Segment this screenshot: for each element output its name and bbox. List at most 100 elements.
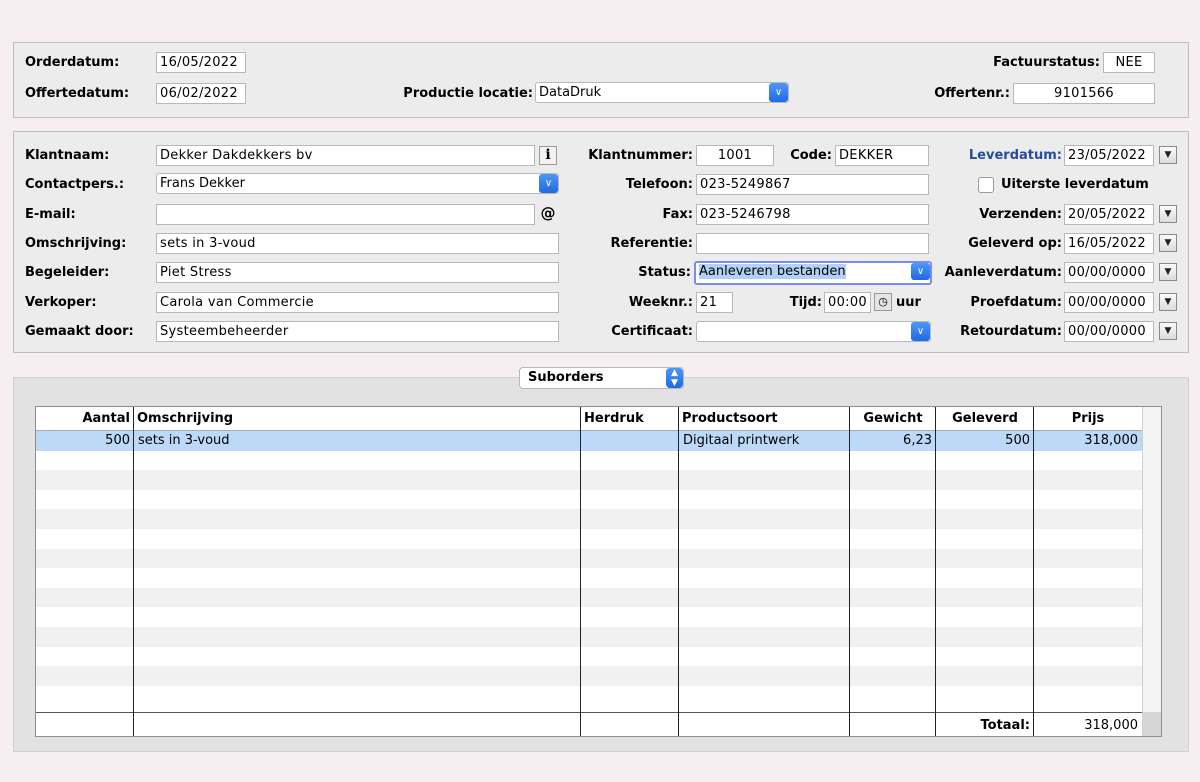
col-aantal[interactable]: Aantal (36, 407, 134, 431)
weeknr-field[interactable]: 21 (696, 292, 733, 313)
uur-label: uur (896, 295, 921, 310)
cell-geleverd: 500 (1005, 433, 1030, 448)
col-geleverd[interactable]: Geleverd (936, 407, 1034, 431)
table-header: Aantal Omschrijving Herdruk Productsoort… (36, 407, 1142, 431)
weeknr-label: Weeknr.: (628, 295, 693, 310)
klantnummer-label: Klantnummer: (588, 148, 693, 163)
offertenr-field[interactable]: 9101566 (1013, 83, 1155, 104)
col-omschrijving[interactable]: Omschrijving (134, 407, 581, 431)
offertedatum-field[interactable]: 06/02/2022 (156, 83, 246, 104)
table-row[interactable] (36, 548, 1142, 569)
proefdatum-label: Proefdatum: (970, 295, 1062, 310)
table-row[interactable] (36, 470, 1142, 490)
col-divider (935, 407, 936, 736)
tijd-field[interactable]: 00:00 (824, 292, 871, 313)
scrollbar-corner (1143, 712, 1161, 736)
aanleverdatum-field[interactable]: 00/00/0000 (1064, 262, 1154, 283)
factuurstatus-field[interactable]: NEE (1103, 52, 1155, 73)
col-herdruk[interactable]: Herdruk (581, 407, 679, 431)
omschrijving-label: Omschrijving: (25, 236, 127, 251)
geleverd-op-dropdown-icon[interactable]: ▼ (1159, 234, 1177, 252)
table-row[interactable] (36, 587, 1142, 608)
leverdatum-field[interactable]: 23/05/2022 (1064, 145, 1154, 166)
begeleider-field[interactable]: Piet Stress (156, 262, 559, 283)
klantnummer-field[interactable]: 1001 (696, 145, 774, 166)
updown-icon: ▲ ▼ (666, 368, 683, 388)
table-row[interactable] (36, 627, 1142, 647)
leverdatum-label: Leverdatum: (968, 148, 1062, 163)
verkoper-label: Verkoper: (25, 295, 97, 310)
tijd-label: Tijd: (789, 295, 822, 310)
productie-locatie-value: DataDruk (539, 85, 602, 100)
col-prijs[interactable]: Prijs (1034, 407, 1142, 431)
status-select[interactable]: Aanleveren bestanden ∨ (694, 261, 932, 285)
verzenden-label: Verzenden: (979, 207, 1062, 222)
table-row[interactable] (36, 607, 1142, 627)
cell-omschrijving: sets in 3-voud (138, 433, 230, 448)
table-row[interactable] (36, 490, 1142, 510)
telefoon-field[interactable]: 023-5249867 (696, 174, 929, 195)
retourdatum-field[interactable]: 00/00/0000 (1064, 321, 1154, 342)
col-divider (133, 407, 134, 736)
uiterste-leverdatum-checkbox[interactable] (978, 177, 994, 193)
fax-field[interactable]: 023-5246798 (696, 204, 929, 225)
table-row[interactable] (36, 509, 1142, 529)
proefdatum-field[interactable]: 00/00/0000 (1064, 292, 1154, 313)
col-divider (678, 407, 679, 736)
status-value: Aanleveren bestanden (699, 264, 846, 279)
klantnaam-label: Klantnaam: (25, 148, 110, 163)
contactpers-value: Frans Dekker (160, 176, 245, 191)
leverdatum-dropdown-icon[interactable]: ▼ (1159, 146, 1177, 164)
table-row[interactable] (36, 647, 1142, 667)
table-row[interactable] (36, 529, 1142, 549)
col-divider (580, 407, 581, 736)
verzenden-dropdown-icon[interactable]: ▼ (1159, 205, 1177, 223)
retourdatum-label: Retourdatum: (960, 324, 1062, 339)
orderdatum-field[interactable]: 16/05/2022 (156, 52, 246, 73)
referentie-field[interactable] (696, 233, 929, 254)
referentie-label: Referentie: (610, 236, 693, 251)
certificaat-label: Certificaat: (611, 324, 693, 339)
status-label: Status: (638, 265, 691, 280)
table-scrollbar[interactable] (1142, 407, 1161, 736)
table-row[interactable] (36, 666, 1142, 686)
geleverd-op-field[interactable]: 16/05/2022 (1064, 233, 1154, 254)
suborders-table: Aantal Omschrijving Herdruk Productsoort… (35, 406, 1162, 737)
orderdatum-label: Orderdatum: (25, 55, 120, 70)
klantnaam-field[interactable]: Dekker Dakdekkers bv (156, 145, 535, 166)
table-row[interactable] (36, 451, 1142, 471)
suborders-popup[interactable]: Suborders ▲ ▼ (519, 367, 684, 389)
col-productsoort[interactable]: Productsoort (679, 407, 850, 431)
offertenr-label: Offertenr.: (934, 86, 1010, 101)
clock-icon[interactable]: ◷ (874, 293, 892, 311)
table-row[interactable]: 500 sets in 3-voud Digitaal printwerk 6,… (36, 431, 1142, 451)
certificaat-select[interactable]: ∨ (696, 321, 931, 342)
verzenden-field[interactable]: 20/05/2022 (1064, 204, 1154, 225)
geleverd-op-label: Geleverd op: (968, 236, 1062, 251)
contactpers-select[interactable]: Frans Dekker ∨ (156, 173, 559, 194)
code-field[interactable]: DEKKER (835, 145, 929, 166)
aanleverdatum-dropdown-icon[interactable]: ▼ (1159, 263, 1177, 281)
proefdatum-dropdown-icon[interactable]: ▼ (1159, 293, 1177, 311)
table-row[interactable] (36, 568, 1142, 588)
table-row[interactable] (36, 686, 1142, 706)
contactpers-label: Contactpers.: (25, 177, 125, 192)
cell-gewicht: 6,23 (903, 433, 932, 448)
cell-aantal: 500 (105, 433, 130, 448)
retourdatum-dropdown-icon[interactable]: ▼ (1159, 322, 1177, 340)
productie-locatie-label: Productie locatie: (403, 86, 533, 101)
email-field[interactable] (156, 204, 535, 225)
omschrijving-field[interactable]: sets in 3-voud (156, 233, 559, 254)
gemaakt-door-field[interactable]: Systeembeheerder (156, 321, 559, 342)
totaal-label: Totaal: (980, 718, 1031, 733)
email-label: E-mail: (25, 207, 76, 222)
suborders-popup-label: Suborders (528, 370, 604, 385)
telefoon-label: Telefoon: (625, 177, 693, 192)
email-icon[interactable]: @ (538, 204, 558, 224)
fax-label: Fax: (662, 207, 693, 222)
verkoper-field[interactable]: Carola van Commercie (156, 292, 559, 313)
productie-locatie-select[interactable]: DataDruk ∨ (535, 82, 789, 103)
col-gewicht[interactable]: Gewicht (850, 407, 936, 431)
chevron-down-icon: ∨ (911, 322, 930, 341)
info-icon[interactable]: i (539, 146, 557, 165)
